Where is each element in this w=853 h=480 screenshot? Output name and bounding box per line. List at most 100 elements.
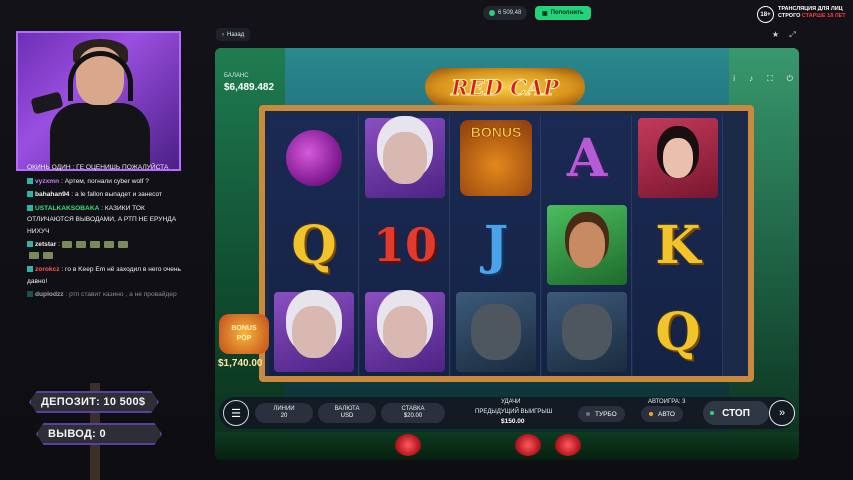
user-badge-icon [27,204,33,211]
wallet-balance[interactable]: 6 509,48 [483,6,528,20]
expand-icon[interactable]: ⤢ [787,29,798,40]
deposit-button-label: Пополнить [550,10,584,16]
flower-decoration [395,434,421,456]
turbo-indicator [586,412,590,416]
symbol-q: Q [291,214,337,276]
spin-button[interactable]: » [769,400,795,426]
currency-control[interactable]: ВАЛЮТА USD [318,403,376,423]
chat-message: ОКИНЬ ОДИН : ГЕ ОЦЕНИШЬ ПОЖАЛУЙСТА [27,162,182,174]
chat-username[interactable]: zetstar [35,241,56,248]
granny-icon [274,292,354,372]
chat-username[interactable]: zorokcz [35,266,60,273]
bonus-pop-value: $1,740.00 [218,358,263,369]
chat-message: vyzxmn : Артем, погнали cyber wolf ? [27,176,182,188]
wolf-face [562,304,612,360]
bet-control[interactable]: СТАВКА $20.00 [381,403,445,423]
power-icon[interactable]: ⏻ [787,74,793,84]
chat-text: ОКИНЬ ОДИН : ГЕ ОЦЕНИШЬ ПОЖАЛУЙСТА [27,164,169,171]
symbol-k: K [655,214,701,276]
wolf-icon [547,292,627,372]
info-icon[interactable]: i [733,74,735,84]
chat-username[interactable]: duplodzz [35,291,64,298]
deposit-sign: ДЕПОЗИТ: 10 500$ [29,391,159,413]
currency-label: ВАЛЮТА [334,405,360,412]
symbol-wolf [542,289,632,375]
menu-button[interactable]: ☰ [223,400,249,426]
game-balance-label: БАЛАНС [224,73,249,79]
turbo-label: ТУРБО [595,410,617,418]
emote-icon [43,252,53,260]
slot-game: БАЛАНС $6,489.482 i ♪ ⛶ ⏻ RED CAP Q 10 B… [215,48,799,460]
red-cap-face [663,138,693,178]
age-restriction-badge: 18+ [757,6,774,23]
game-balance-value: $6,489.482 [224,82,275,93]
bonus-pop-line1: BONUS [231,325,257,332]
sound-icon[interactable]: ♪ [749,74,753,84]
stop-button[interactable]: СТОП [703,401,769,425]
symbol-granny [269,289,359,375]
chat-message: bahahan94 : а le fallon выпадет и занесо… [27,189,182,201]
granny-face [383,132,427,184]
lines-label: ЛИНИИ [273,405,295,412]
bonus-pop-line2: POP [236,335,252,342]
age-warning-line1: ТРАНСЛЯЦИЯ ДЛЯ ЛИЦ [778,6,843,12]
withdraw-sign: ВЫВОД: 0 [36,423,162,445]
chat-username[interactable]: USTALKAKSOBAKA [35,205,99,212]
wallet-icon: ▣ [542,10,548,17]
emote-icon [75,240,86,248]
favorite-star-icon[interactable]: ★ [770,29,781,40]
emote-icon [117,240,128,248]
stream-screen: 6 509,48 ▣ Пополнить 18+ ТРАНСЛЯЦИЯ ДЛЯ … [0,0,853,480]
chat-username[interactable]: vyzxmn [35,178,59,185]
bonus-pop-badge[interactable]: BONUS POP [219,314,269,354]
currency-icon [489,10,495,16]
reel-1: Q [269,115,359,376]
wallet-balance-value: 6 509,48 [498,10,522,16]
fast-forward-icon: » [778,407,786,419]
symbol-bonus: BONUS [451,115,541,201]
game-title: RED CAP [451,74,560,100]
autoplay-counter: АВТОИГРА: 3 [648,399,686,405]
turbo-toggle[interactable]: ТУРБО [578,406,625,422]
user-badge-icon [27,191,33,198]
bonus-symbol-label: BONUS [470,124,522,141]
symbol-hunter [542,202,632,288]
reel-4: A [542,115,632,376]
stream-chat: ОКИНЬ ОДИН : ГЕ ОЦЕНИШЬ ПОЖАЛУЙСТА vyzxm… [27,162,182,303]
user-badge-icon [27,266,33,273]
lines-value: 20 [280,413,288,419]
streamer-webcam [16,31,181,171]
chat-message: duplodzz : ртп ставит казино , а не пров… [27,289,182,301]
chat-text: : а le fallon выпадет и занесот [69,191,163,198]
previous-win-label: ПРЕДЫДУЩИЙ ВЫИГРЫШ [475,409,553,415]
reel-3: BONUS J [451,115,541,376]
hamburger-icon: ☰ [231,407,241,420]
back-button[interactable]: ‹ Назад [216,28,251,41]
reels: Q 10 BONUS J A K Q [259,105,754,382]
previous-win-value: $150.00 [501,418,525,425]
chat-message: USTALKAKSOBAKA : КАЗИКИ ТОК ОТЛИЧАЮТСЯ В… [27,203,182,238]
stop-indicator [710,411,714,415]
chat-username[interactable]: bahahan94 [35,191,69,198]
age-warning-line2: СТРОГО СТАРШЕ 18 ЛЕТ [778,13,852,20]
fullscreen-icon[interactable]: ⛶ [767,74,773,84]
red-cap-icon [638,118,718,198]
symbol-grapes [269,115,359,201]
symbol-granny [360,115,450,201]
symbol-red-cap [633,115,723,201]
deposit-button[interactable]: ▣ Пополнить [535,6,591,20]
emote-icon [29,252,39,260]
granny-face [292,306,336,358]
flower-decoration [555,434,581,456]
age-warning: ТРАНСЛЯЦИЯ ДЛЯ ЛИЦ СТРОГО СТАРШЕ 18 ЛЕТ [778,6,852,20]
auto-toggle[interactable]: АВТО [641,406,683,422]
bet-value: $20.00 [403,413,423,419]
hunter-icon [547,205,627,285]
auto-indicator [649,412,653,416]
bonus-basket-icon: BONUS [460,120,532,196]
chat-message: zetstar : [27,239,182,262]
lines-control[interactable]: ЛИНИИ 20 [255,403,313,423]
hunter-face [569,222,605,268]
game-control-bar: ☰ ЛИНИИ 20 ВАЛЮТА USD СТАВКА $20.00 УДАЧ… [219,397,795,429]
chat-text: : ртп ставит казино , а не провайдер [63,291,177,298]
